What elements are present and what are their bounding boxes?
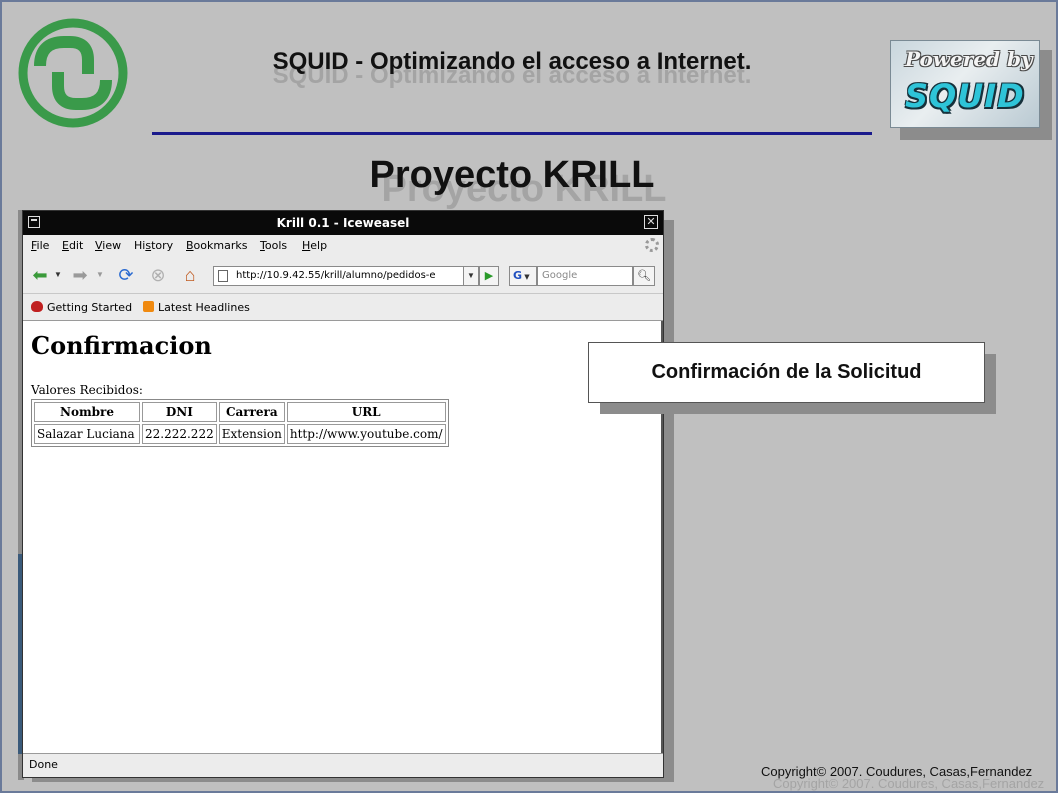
status-bar: Done	[23, 753, 663, 777]
bookmark-getting-started[interactable]: Getting Started	[31, 301, 132, 314]
getting-started-icon	[31, 301, 43, 312]
table-cell: http://www.youtube.com/	[286, 424, 446, 444]
received-values-label: Valores Recibidos:	[31, 383, 143, 397]
slide-title: SQUID - Optimizando el acceso a Internet…	[152, 42, 872, 112]
menu-history[interactable]: History	[134, 239, 173, 252]
search-input[interactable]: Google	[537, 266, 633, 286]
table-cell: Extension	[218, 424, 285, 444]
reload-icon[interactable]: ⟳	[115, 265, 137, 285]
slide-title-text: SQUID - Optimizando el acceso a Internet…	[272, 48, 752, 75]
home-icon[interactable]: ⌂	[179, 265, 201, 285]
forward-arrow-icon[interactable]: ➡	[69, 265, 91, 285]
browser-window: Krill 0.1 - Iceweasel ✕ File Edit View H…	[22, 210, 664, 778]
url-input[interactable]: http://10.9.42.55/krill/alumno/pedidos-e	[213, 266, 469, 286]
table-cell: Salazar Luciana	[34, 424, 140, 444]
go-button[interactable]: ▶	[479, 266, 499, 286]
page-icon	[218, 270, 228, 282]
title-divider	[152, 132, 872, 135]
window-titlebar[interactable]: Krill 0.1 - Iceweasel ✕	[23, 211, 663, 235]
table-header-cell: Carrera	[218, 402, 285, 422]
table-cell: 22.222.222	[142, 424, 217, 444]
url-dropdown-icon[interactable]: ▼	[463, 266, 479, 286]
window-title: Krill 0.1 - Iceweasel	[276, 216, 410, 230]
stop-icon[interactable]: ⊗	[147, 265, 169, 285]
navigation-toolbar: ⬅ ▼ ➡ ▼ ⟳ ⊗ ⌂ http://10.9.42.55/krill/al…	[23, 257, 663, 293]
slide: SQUID - Optimizando el acceso a Internet…	[0, 0, 1058, 793]
menu-tools[interactable]: Tools	[260, 239, 287, 252]
copyright-text: Copyright© 2007. Coudures, Casas,Fernand…	[761, 764, 1033, 779]
squid-brand-text: SQUID	[905, 77, 1025, 115]
university-logo-icon	[18, 18, 128, 128]
menu-bar: File Edit View History Bookmarks Tools H…	[23, 235, 663, 257]
back-history-dropdown-icon[interactable]: ▼	[53, 265, 63, 285]
powered-by-text: Powered by	[905, 47, 1033, 71]
table-header-cell: Nombre	[34, 402, 140, 422]
search-magnifier-icon[interactable]: 🔍︎	[633, 266, 655, 286]
menu-view[interactable]: View	[95, 239, 121, 252]
table-header-cell: URL	[286, 402, 446, 422]
table-row: Salazar Luciana 22.222.222 Extension htt…	[34, 424, 446, 444]
rss-icon	[143, 301, 154, 312]
callout-box: Confirmación de la Solicitud	[588, 342, 985, 403]
slide-subtitle-text: Proyecto KRILL	[369, 154, 655, 196]
table-header-cell: DNI	[142, 402, 217, 422]
status-text: Done	[29, 758, 58, 771]
search-engine-selector[interactable]: G ▼	[509, 266, 537, 286]
received-values-table: Nombre DNI Carrera URL Salazar Luciana 2…	[31, 399, 449, 447]
google-icon: G	[513, 269, 523, 282]
menu-help[interactable]: Help	[302, 239, 327, 252]
bookmarks-toolbar: Getting Started Latest Headlines	[23, 293, 663, 321]
back-arrow-icon[interactable]: ⬅	[29, 265, 51, 285]
throbber-icon	[645, 238, 659, 252]
bookmark-latest-headlines[interactable]: Latest Headlines	[143, 301, 250, 314]
menu-file[interactable]: File	[31, 239, 49, 252]
powered-by-squid-badge: Powered by SQUID	[890, 40, 1040, 128]
forward-history-dropdown-icon[interactable]: ▼	[95, 265, 105, 285]
close-icon[interactable]: ✕	[644, 215, 658, 229]
menu-edit[interactable]: Edit	[62, 239, 83, 252]
menu-bookmarks[interactable]: Bookmarks	[186, 239, 247, 252]
page-heading: Confirmacion	[31, 331, 212, 360]
table-header-row: Nombre DNI Carrera URL	[34, 402, 446, 422]
page-content: Confirmacion Valores Recibidos: Nombre D…	[23, 321, 663, 753]
